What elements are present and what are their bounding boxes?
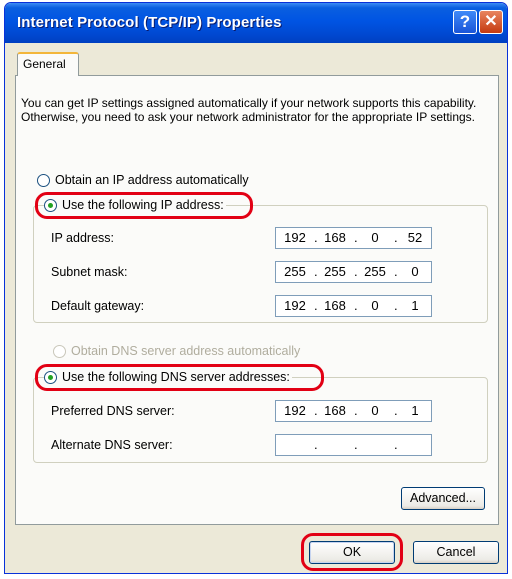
ip-address-input[interactable]: 192. 168. 0. 52: [275, 227, 432, 249]
octet: 255: [324, 264, 346, 279]
help-button[interactable]: ?: [453, 10, 477, 34]
radio-selected-dot: [48, 202, 53, 208]
cancel-button[interactable]: Cancel: [413, 541, 499, 564]
octet: 52: [407, 230, 423, 245]
radio-obtain-dns-auto[interactable]: Obtain DNS server address automatically: [53, 344, 300, 358]
preferred-dns-label: Preferred DNS server:: [51, 404, 175, 418]
alternate-dns-label: Alternate DNS server:: [51, 438, 173, 452]
tab-general[interactable]: General: [17, 52, 79, 76]
ip-address-label: IP address:: [51, 231, 115, 245]
title-bar[interactable]: Internet Protocol (TCP/IP) Properties ? …: [5, 3, 507, 43]
radio-use-following-ip[interactable]: Use the following IP address:: [44, 198, 226, 212]
window-title: Internet Protocol (TCP/IP) Properties: [17, 14, 282, 31]
radio-circle: [37, 173, 50, 187]
octet: 255: [284, 264, 306, 279]
octet: 168: [324, 403, 346, 418]
octet: 255: [364, 264, 386, 279]
radio-use-following-dns[interactable]: Use the following DNS server addresses:: [44, 370, 292, 384]
advanced-button[interactable]: Advanced...: [401, 487, 485, 510]
radio-circle: [44, 370, 57, 384]
intro-text: You can get IP settings assigned automat…: [21, 96, 477, 124]
octet: 168: [324, 230, 346, 245]
radio-circle: [53, 344, 66, 358]
preferred-dns-input[interactable]: 192. 168. 0. 1: [275, 400, 432, 422]
radio-obtain-ip-auto[interactable]: Obtain an IP address automatically: [37, 173, 249, 187]
radio-label: Use the following IP address:: [62, 198, 224, 212]
radio-selected-dot: [48, 374, 53, 380]
octet: 192: [284, 403, 306, 418]
subnet-mask-input[interactable]: 255. 255. 255. 0: [275, 261, 432, 283]
octet: 1: [411, 298, 419, 313]
radio-label: Obtain DNS server address automatically: [71, 344, 301, 358]
ok-button[interactable]: OK: [309, 541, 395, 564]
octet: 1: [411, 403, 419, 418]
radio-label: Use the following DNS server addresses:: [62, 370, 290, 384]
close-button[interactable]: ✕: [479, 10, 503, 34]
help-icon: ?: [459, 12, 471, 31]
octet: 192: [284, 298, 306, 313]
radio-circle: [44, 198, 57, 212]
octet: 0: [371, 403, 379, 418]
octet: 0: [371, 230, 379, 245]
octet: 168: [324, 298, 346, 313]
subnet-mask-label: Subnet mask:: [51, 265, 128, 279]
octet: 192: [284, 230, 306, 245]
octet: 0: [411, 264, 419, 279]
octet: 0: [371, 298, 379, 313]
default-gateway-input[interactable]: 192. 168. 0. 1: [275, 295, 432, 317]
close-icon: ✕: [484, 13, 498, 30]
dialog-window: Internet Protocol (TCP/IP) Properties ? …: [4, 2, 508, 574]
default-gateway-label: Default gateway:: [51, 299, 145, 313]
alternate-dns-input[interactable]: . . .: [275, 434, 432, 456]
radio-label: Obtain an IP address automatically: [55, 173, 249, 187]
